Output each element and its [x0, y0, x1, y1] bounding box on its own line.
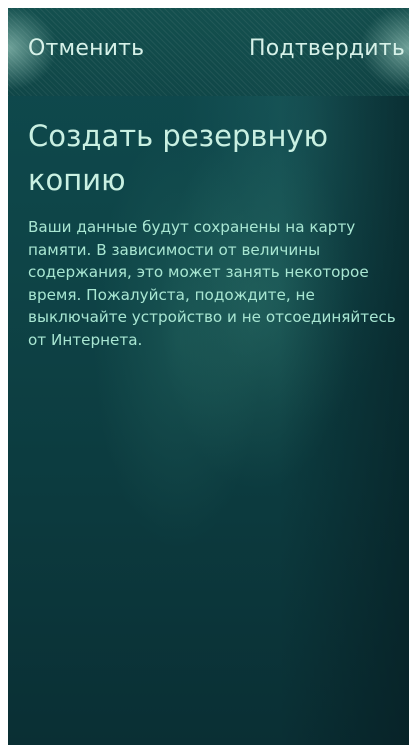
page-description: Ваши данные будут сохранены на карту пам… [28, 218, 396, 349]
confirm-button[interactable]: Подтвердить [249, 36, 405, 61]
cancel-button[interactable]: Отменить [28, 36, 144, 61]
page-title: Создать резервную копию [28, 119, 328, 197]
backup-dialog: Отменить Подтвердить Создать резервную к… [8, 8, 409, 745]
dialog-header: Отменить Подтвердить [8, 8, 409, 96]
